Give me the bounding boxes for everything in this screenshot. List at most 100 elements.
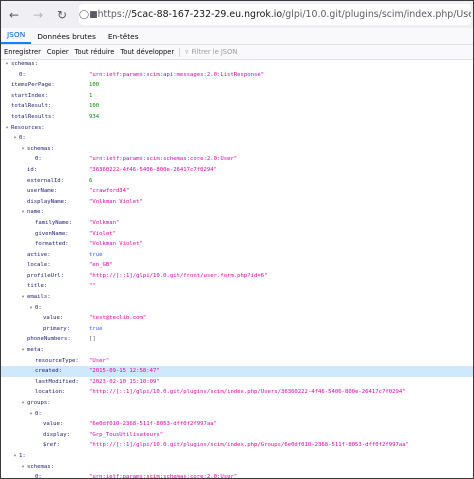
json-key: title: xyxy=(27,283,48,290)
tab-raw-data[interactable]: Données brutes xyxy=(31,30,102,44)
json-row[interactable]: value: "6e0df010-2368-511f-8053-dff0f2f99… xyxy=(1,419,473,430)
json-row[interactable]: ▾ schemas: xyxy=(1,59,473,70)
json-key: 1: xyxy=(19,452,26,459)
json-value: "test@teclib.com" xyxy=(89,315,147,322)
expand-all-button[interactable]: Tout développer xyxy=(117,48,177,56)
json-row[interactable]: profileUrl: "http://[::1]/glpi/10.0.git/f… xyxy=(1,271,473,282)
json-value: "Grp_TousUtilisateurs" xyxy=(89,431,164,438)
json-row[interactable]: resourceType: "User" xyxy=(1,356,473,367)
json-value: "urn:ietf:params:scim:api:messages:2.0:L… xyxy=(89,71,265,78)
json-row[interactable]: primary: true xyxy=(1,324,473,335)
browser-toolbar: ← → ↻ ◯ ■ https:// 5cac-88-167-232-29.eu… xyxy=(1,1,473,28)
url-host: 5cac-88-167-232-29.eu.ngrok.io xyxy=(131,9,283,20)
json-row[interactable]: displayName: "Volkman Violet" xyxy=(1,197,473,208)
address-bar[interactable]: ◯ ■ https:// 5cac-88-167-232-29.eu.ngrok… xyxy=(79,4,471,25)
back-button[interactable]: ← xyxy=(6,7,22,23)
json-row[interactable]: 0: "urn:ietf:params:scim:schemas:core:2.0… xyxy=(1,472,473,478)
json-row[interactable]: ▾ 0: xyxy=(1,303,473,314)
json-row[interactable]: itemsPerPage: 100 xyxy=(1,80,473,91)
json-value: "crawford34" xyxy=(89,188,130,195)
save-button[interactable]: Enregistrer xyxy=(1,48,44,56)
json-row[interactable]: id: "36360222-4f46-5406-800e-26417c7f0294… xyxy=(1,165,473,176)
json-row[interactable]: $ref: "http://[::1]/glpi/10.0.git/plugins… xyxy=(1,440,473,451)
json-value: 1 xyxy=(89,92,93,99)
arrow-right-icon: → xyxy=(32,8,44,22)
reload-button[interactable]: ↻ xyxy=(54,7,70,23)
json-row[interactable]: locale: "en_GB" xyxy=(1,260,473,271)
json-value: 934 xyxy=(89,113,100,120)
json-row[interactable]: ▾ Resources: xyxy=(1,123,473,134)
json-row[interactable]: active: true xyxy=(1,250,473,261)
json-row[interactable]: totalResult: 100 xyxy=(1,101,473,112)
json-row[interactable]: 0: "urn:ietf:params:scim:api:messages:2.0… xyxy=(1,70,473,81)
chevron-down-icon[interactable]: ▾ xyxy=(20,207,26,218)
chevron-down-icon[interactable]: ▾ xyxy=(12,451,18,462)
json-key: $ref: xyxy=(43,442,60,449)
json-row[interactable]: ▾ 1: xyxy=(1,451,473,462)
json-value: "2015-09-15 12:58:47" xyxy=(89,368,160,375)
json-row[interactable]: formatted: "Volkman Violet" xyxy=(1,239,473,250)
json-value: "Volkman" xyxy=(89,219,120,226)
json-key: resourceType: xyxy=(35,357,79,364)
chevron-down-icon[interactable]: ▾ xyxy=(28,409,34,420)
copy-button[interactable]: Copier xyxy=(44,48,72,56)
chevron-down-icon[interactable]: ▾ xyxy=(20,398,26,409)
json-key: lastModified: xyxy=(35,378,79,385)
json-value: "" xyxy=(89,283,96,290)
reload-icon: ↻ xyxy=(56,8,68,22)
json-row[interactable]: value: "test@teclib.com" xyxy=(1,313,473,324)
json-row[interactable]: ▾ schemas: xyxy=(1,144,473,155)
shield-icon: ◯ xyxy=(79,9,90,20)
json-row[interactable]: ▾ schemas: xyxy=(1,462,473,473)
json-key: displayName: xyxy=(27,198,68,205)
json-row[interactable]: ▾ 0: xyxy=(1,133,473,144)
json-row[interactable]: startIndex: 1 xyxy=(1,91,473,102)
chevron-down-icon[interactable]: ▾ xyxy=(12,133,18,144)
json-row[interactable]: ▾ emails: xyxy=(1,292,473,303)
json-key: givenName: xyxy=(35,230,69,237)
tab-headers[interactable]: En-têtes xyxy=(102,30,145,44)
json-row[interactable]: externalId: 6 xyxy=(1,176,473,187)
json-row[interactable]: lastModified: "2023-02-10 15:10:09" xyxy=(1,377,473,388)
json-value: true xyxy=(89,325,103,332)
json-row[interactable]: givenName: "Violet" xyxy=(1,229,473,240)
json-row[interactable]: title: "" xyxy=(1,281,473,292)
json-value: true xyxy=(89,251,103,258)
forward-button[interactable]: → xyxy=(30,7,46,23)
json-value: "Volkman Violet" xyxy=(89,198,143,205)
json-value: "http://[::1]/glpi/10.0.git/plugins/scim… xyxy=(89,389,406,396)
json-row[interactable]: familyName: "Volkman" xyxy=(1,218,473,229)
json-value: "urn:ietf:params:scim:schemas:core:2.0:U… xyxy=(89,156,238,163)
json-key: active: xyxy=(27,251,51,258)
chevron-down-icon[interactable]: ▾ xyxy=(28,303,34,314)
chevron-down-icon[interactable]: ▾ xyxy=(20,345,26,356)
json-row[interactable]: created: "2015-09-15 12:58:47" xyxy=(1,366,473,377)
json-row[interactable]: phoneNumbers: [] xyxy=(1,334,473,345)
json-row[interactable]: ▾ 0: xyxy=(1,409,473,420)
json-row[interactable]: ▾ groups: xyxy=(1,398,473,409)
chevron-down-icon[interactable]: ▾ xyxy=(20,292,26,303)
json-key: 0: xyxy=(19,135,26,142)
json-toolbar: Enregistrer Copier Tout réduire Tout dév… xyxy=(1,45,473,60)
collapse-all-button[interactable]: Tout réduire xyxy=(72,48,118,56)
chevron-down-icon[interactable]: ▾ xyxy=(20,144,26,155)
json-row[interactable]: totalResults: 934 xyxy=(1,112,473,123)
json-row[interactable]: ▾ meta: xyxy=(1,345,473,356)
viewer-tabs: JSON Données brutes En-têtes xyxy=(1,28,473,45)
json-key: schemas: xyxy=(11,61,38,67)
json-row[interactable]: location: "http://[::1]/glpi/10.0.git/plu… xyxy=(1,387,473,398)
json-value: 100 xyxy=(89,82,100,89)
toolbar-divider xyxy=(179,47,181,57)
json-row[interactable]: display: "Grp_TousUtilisateurs" xyxy=(1,430,473,441)
json-key: primary: xyxy=(43,325,70,332)
json-row[interactable]: userName: "crawford34" xyxy=(1,186,473,197)
chevron-down-icon[interactable]: ▾ xyxy=(4,123,10,134)
json-key: schemas: xyxy=(27,463,54,470)
chevron-down-icon[interactable]: ▾ xyxy=(4,59,10,70)
chevron-down-icon[interactable]: ▾ xyxy=(20,462,26,473)
tab-json[interactable]: JSON xyxy=(1,28,32,44)
json-value: "User" xyxy=(89,357,110,364)
filter-json-input[interactable]: ▿ Filtrer le JSON xyxy=(182,48,237,56)
json-row[interactable]: ▾ name: xyxy=(1,207,473,218)
json-row[interactable]: 0: "urn:ietf:params:scim:schemas:core:2.0… xyxy=(1,154,473,165)
